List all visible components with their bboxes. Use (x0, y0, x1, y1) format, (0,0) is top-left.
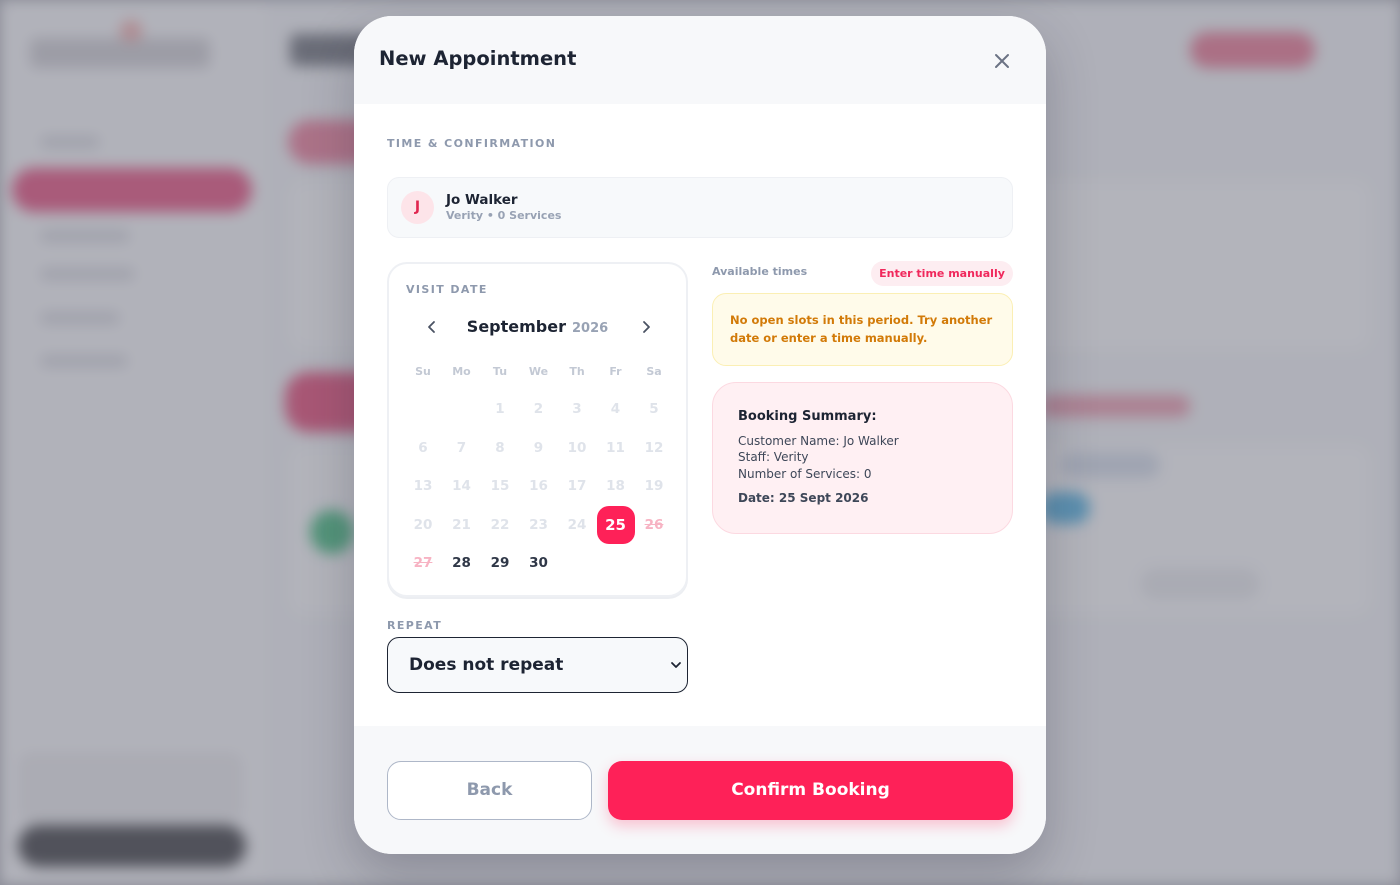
calendar-day: 11 (606, 439, 625, 456)
section-label: TIME & CONFIRMATION (387, 137, 557, 150)
calendar-day: 1 (495, 401, 505, 417)
new-appointment-modal: New Appointment TIME & CONFIRMATION J Jo… (354, 16, 1046, 854)
weekday-header: Tu (492, 365, 508, 378)
calendar-day-available[interactable]: 29 (481, 544, 519, 582)
confirm-booking-button[interactable]: Confirm Booking (608, 761, 1013, 820)
next-month-button[interactable] (634, 315, 658, 339)
repeat-label: REPEAT (387, 619, 443, 632)
customer-subtitle: Verity • 0 Services (446, 209, 562, 222)
calendar-day-blocked: 27 (413, 555, 433, 571)
weekday-header: Sa (646, 365, 662, 378)
summary-date: Date: 25 Sept 2026 (738, 491, 869, 505)
calendar-day: 13 (413, 478, 433, 494)
modal-header: New Appointment (354, 16, 1046, 104)
calendar-day: 17 (567, 478, 587, 494)
weekday-header: Mo (452, 365, 471, 378)
close-button[interactable] (990, 49, 1014, 73)
no-slots-notice: No open slots in this period. Try anothe… (712, 293, 1013, 366)
summary-customer: Customer Name: Jo Walker (738, 434, 899, 448)
calendar-day-available[interactable]: 30 (520, 544, 558, 582)
back-button[interactable]: Back (387, 761, 592, 820)
calendar-day-selected[interactable]: 25 (596, 505, 635, 544)
calendar-day: 9 (533, 439, 544, 456)
visit-date-label: VISIT DATE (406, 283, 488, 296)
calendar-month: September (466, 317, 566, 336)
weekday-header: Fr (609, 365, 622, 378)
calendar-day: 22 (490, 516, 510, 533)
calendar-day: 12 (644, 439, 664, 456)
summary-title: Booking Summary: (738, 409, 877, 424)
chevron-down-icon (671, 662, 681, 668)
enter-time-manually-button[interactable]: Enter time manually (871, 261, 1013, 286)
calendar-day: 8 (495, 439, 505, 456)
calendar-day: 23 (529, 516, 548, 533)
calendar-day: 2 (533, 401, 544, 417)
calendar-year: 2026 (572, 321, 609, 336)
calendar-day: 6 (418, 439, 428, 456)
customer-card: J Jo Walker Verity • 0 Services (387, 177, 1013, 238)
calendar-day: 24 (567, 516, 587, 533)
summary-services: Number of Services: 0 (738, 467, 872, 481)
date-picker: VISIT DATE September 2026 Su Mo Tu We Th Fr Sa 1… (387, 262, 688, 597)
calendar-day: 3 (572, 401, 582, 417)
calendar-day: 18 (606, 478, 625, 494)
calendar-day: 20 (413, 516, 433, 533)
weekday-header: Su (415, 365, 431, 378)
calendar-day-blocked: 26 (644, 516, 664, 533)
calendar-day: 19 (644, 478, 664, 494)
calendar-day: 21 (452, 516, 471, 533)
weekday-header: We (528, 365, 549, 378)
calendar-day: 4 (610, 401, 621, 417)
modal-title: New Appointment (379, 47, 577, 70)
repeat-value: Does not repeat (409, 655, 564, 675)
calendar-day: 10 (567, 439, 587, 456)
close-icon (995, 54, 1009, 68)
chevron-right-icon (643, 321, 650, 333)
avatar: J (401, 191, 434, 224)
repeat-select[interactable]: Does not repeat (387, 637, 688, 693)
calendar-day: 7 (456, 439, 467, 456)
customer-name: Jo Walker (446, 192, 518, 208)
calendar-day: 14 (452, 478, 471, 494)
booking-summary: Booking Summary: Customer Name: Jo Walke… (712, 382, 1013, 534)
summary-staff: Staff: Verity (738, 450, 809, 464)
calendar-day: 5 (649, 401, 659, 417)
calendar-day: 15 (490, 478, 510, 494)
calendar-day: 16 (529, 478, 548, 494)
calendar-day-available[interactable]: 28 (443, 544, 481, 582)
weekday-header: Th (569, 365, 585, 378)
available-times-label: Available times (712, 265, 808, 278)
no-slots-message: No open slots in this period. Try anothe… (730, 313, 993, 345)
